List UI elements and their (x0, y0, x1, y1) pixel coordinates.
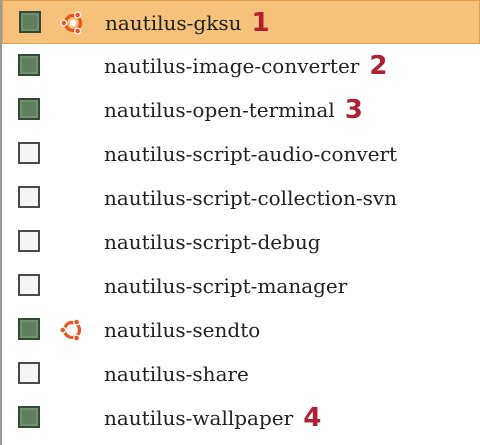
package-name: nautilus-open-terminal (104, 98, 335, 122)
package-row[interactable]: nautilus-sendto (2, 308, 480, 352)
package-name: nautilus-script-collection-svn (104, 186, 398, 210)
step-marker: 4 (303, 403, 322, 433)
package-row[interactable]: nautilus-script-audio-convert (2, 132, 480, 176)
package-row[interactable]: nautilus-gksu 1 (2, 0, 480, 44)
package-checkbox[interactable] (18, 318, 40, 340)
package-row[interactable]: nautilus-script-manager (2, 264, 480, 308)
package-row[interactable]: nautilus-open-terminal 3 (2, 88, 480, 132)
package-row[interactable]: nautilus-script-debug (2, 220, 480, 264)
ubuntu-logo-icon (59, 317, 85, 343)
package-name: nautilus-wallpaper (104, 406, 294, 430)
package-name: nautilus-script-debug (104, 230, 321, 254)
package-checkbox[interactable] (18, 362, 40, 384)
package-list: nautilus-gksu 1 nautilus-image-converter 2… (0, 0, 480, 445)
package-row[interactable]: nautilus-image-converter 2 (2, 44, 480, 88)
package-checkbox[interactable] (18, 98, 40, 120)
package-checkbox[interactable] (18, 274, 40, 296)
package-row[interactable]: nautilus-share (2, 352, 480, 396)
ubuntu-logo-icon (60, 10, 86, 36)
package-checkbox[interactable] (18, 54, 40, 76)
step-marker: 3 (344, 95, 363, 125)
package-row[interactable]: nautilus-wallpaper 4 (2, 396, 480, 440)
step-marker: 2 (369, 51, 388, 81)
package-name: nautilus-image-converter (104, 54, 360, 78)
package-checkbox[interactable] (18, 230, 40, 252)
package-checkbox[interactable] (18, 186, 40, 208)
package-checkbox[interactable] (18, 406, 40, 428)
package-name: nautilus-share (104, 362, 249, 386)
step-marker: 1 (251, 8, 270, 38)
package-checkbox[interactable] (19, 11, 41, 33)
package-name: nautilus-script-audio-convert (104, 142, 398, 166)
package-name: nautilus-gksu (105, 11, 242, 35)
package-name: nautilus-script-manager (104, 274, 348, 298)
package-row[interactable]: nautilus-script-collection-svn (2, 176, 480, 220)
package-name: nautilus-sendto (104, 318, 261, 342)
package-checkbox[interactable] (18, 142, 40, 164)
